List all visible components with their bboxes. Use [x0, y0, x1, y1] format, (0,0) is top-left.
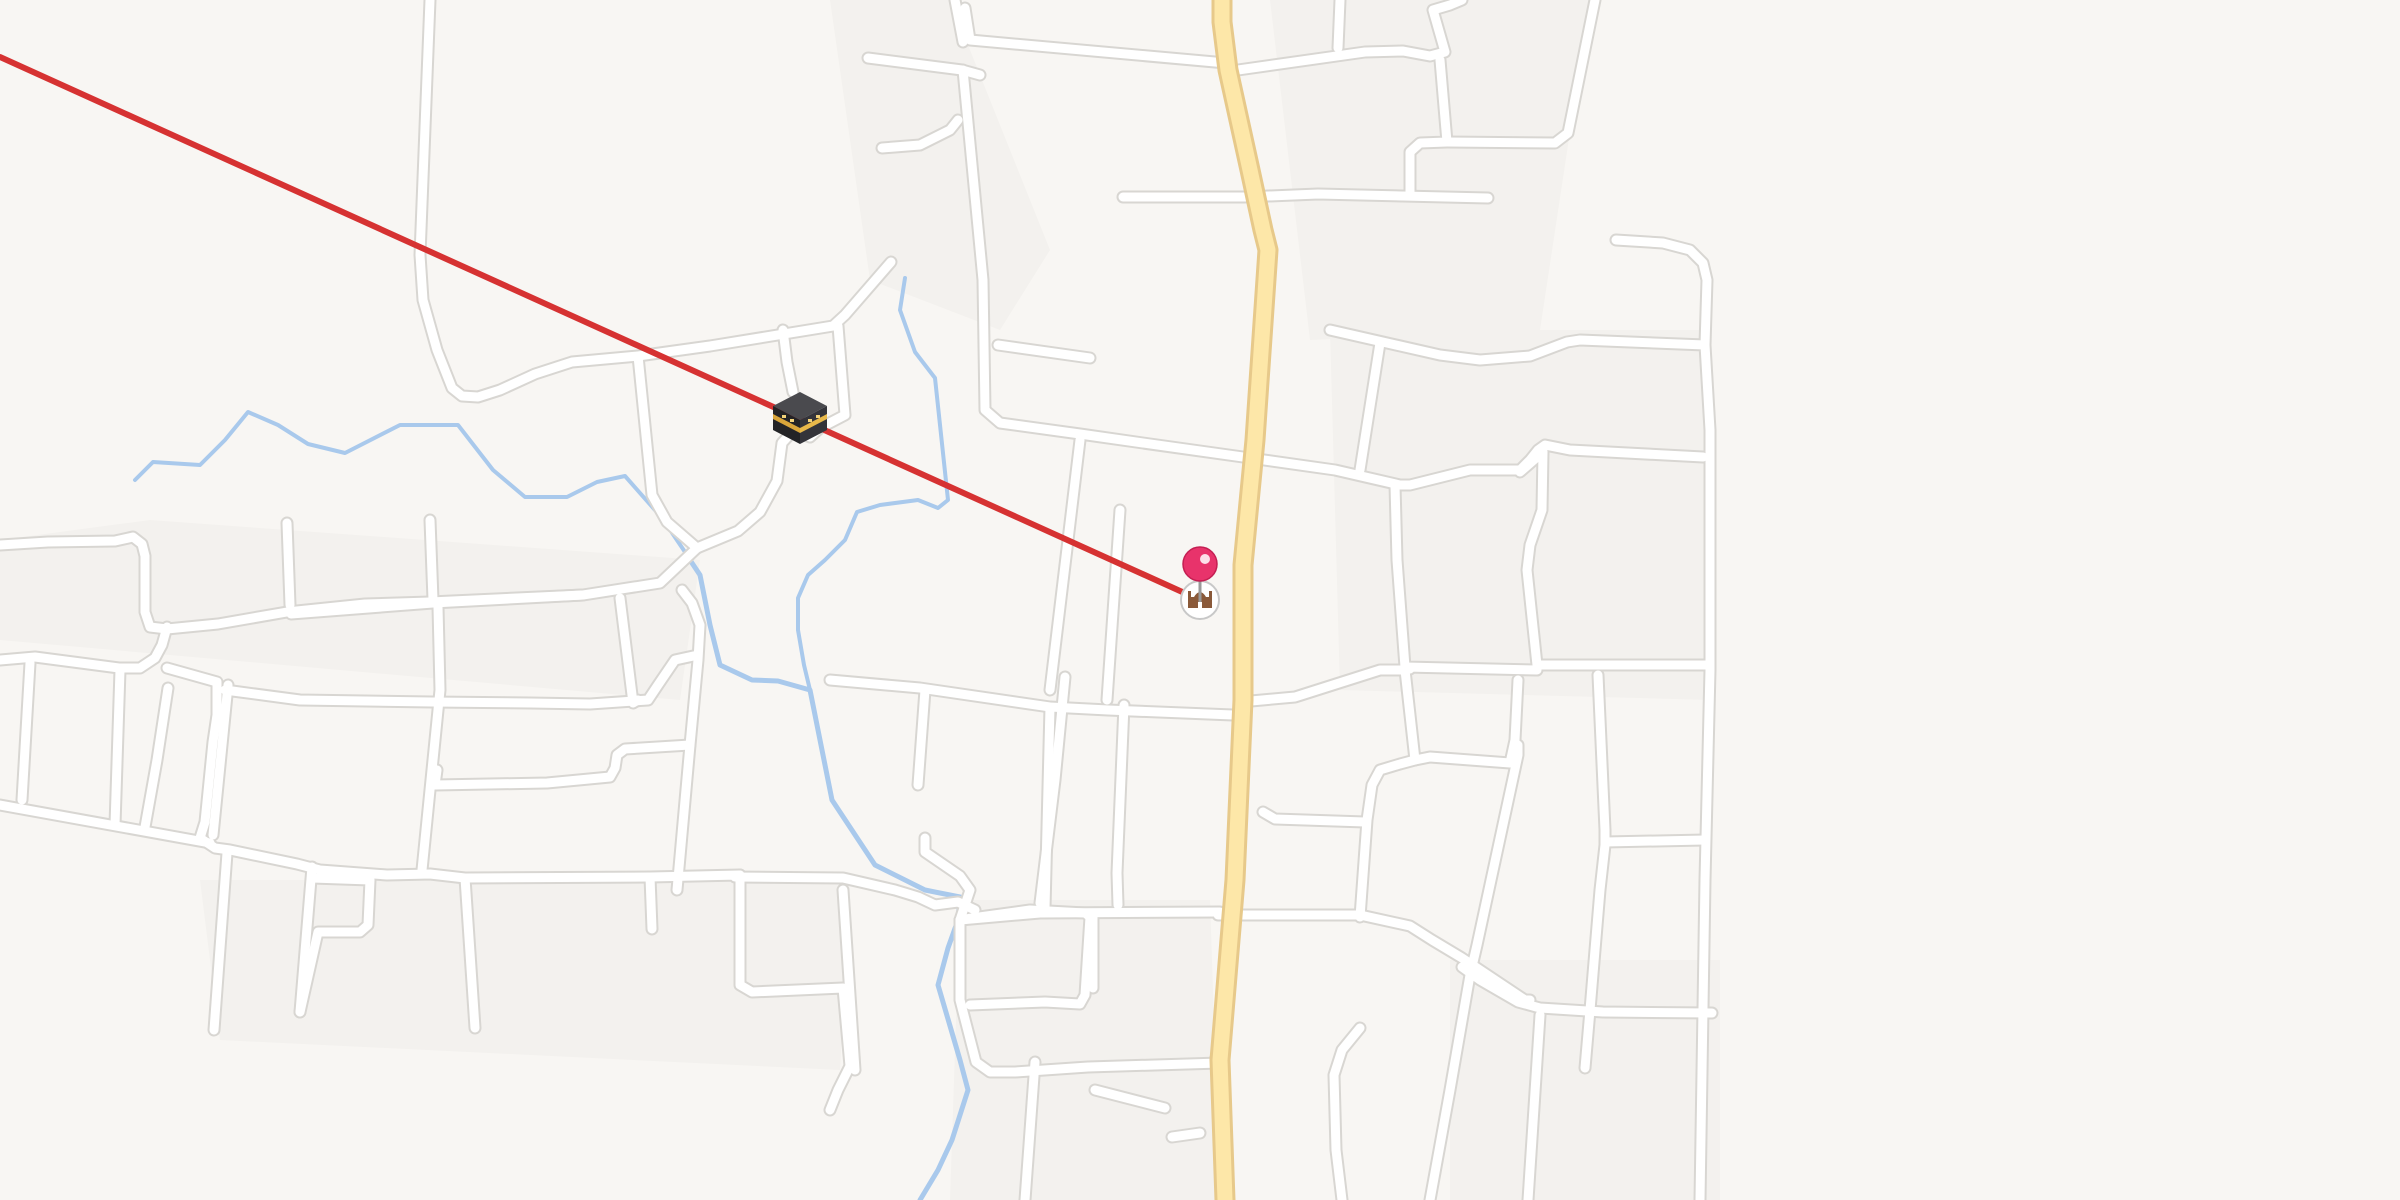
map-canvas[interactable] [0, 0, 2400, 1200]
